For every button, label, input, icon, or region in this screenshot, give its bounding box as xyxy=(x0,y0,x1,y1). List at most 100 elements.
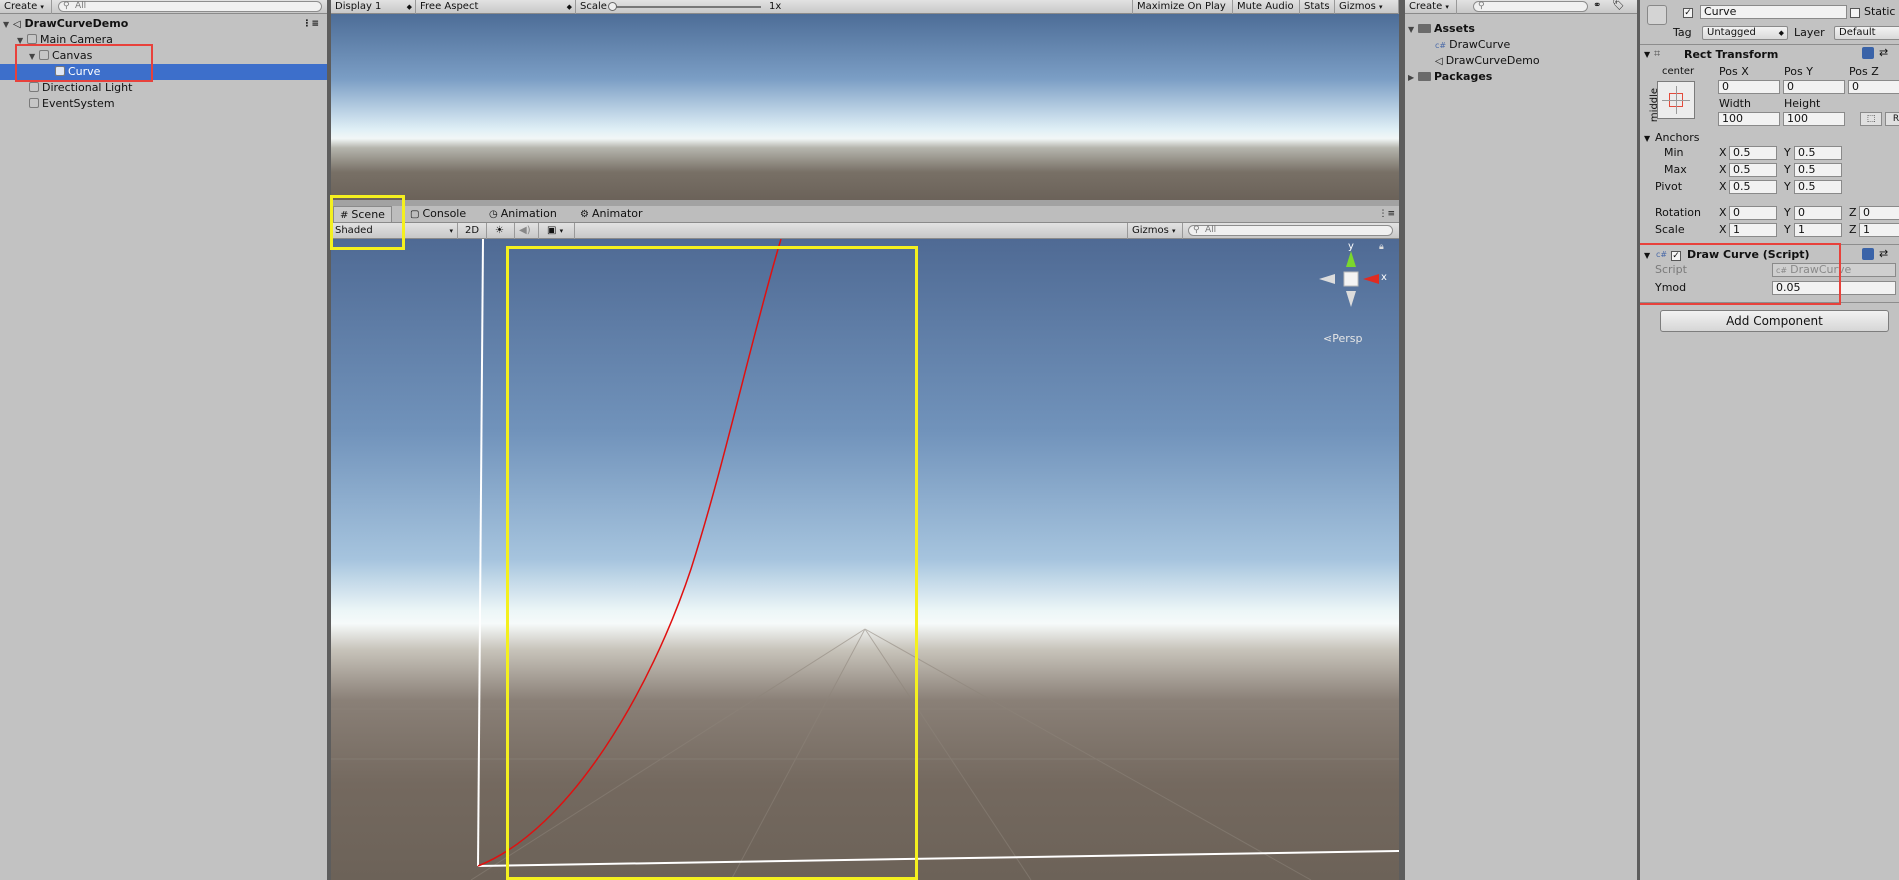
scale-y-field[interactable]: 1 xyxy=(1794,223,1842,237)
filter-type-icon[interactable]: ⚭ xyxy=(1593,0,1601,11)
display-dropdown[interactable]: Display 1 ◆ xyxy=(331,0,416,14)
gameobject-icon xyxy=(29,82,39,92)
add-component-button[interactable]: Add Component xyxy=(1660,310,1889,332)
folder-icon xyxy=(1418,72,1431,81)
scale-control[interactable]: Scale 1x xyxy=(576,0,1176,14)
gizmos-label: Gizmos xyxy=(1339,1,1376,12)
settings-icon[interactable]: ⇄ xyxy=(1879,46,1888,59)
scale-slider-track[interactable] xyxy=(611,6,761,8)
annotation-red-box-script xyxy=(1640,243,1841,305)
menu-icon[interactable]: ⋮≡ xyxy=(1378,209,1395,219)
active-checkbox[interactable]: ✓ xyxy=(1683,8,1693,18)
anchor-min-x-field[interactable]: 0.5 xyxy=(1729,146,1777,160)
pos-x-field[interactable]: 0 xyxy=(1718,80,1780,94)
z-label: Z xyxy=(1849,223,1857,236)
search-icon: ⚲ xyxy=(1193,225,1200,235)
anchor-min-y-field[interactable]: 0.5 xyxy=(1794,146,1842,160)
dropdown-arrow-icon: ▾ xyxy=(1445,3,1449,11)
2d-toggle[interactable]: 2D xyxy=(461,223,487,239)
effects-toggle[interactable]: ▣ ▾ xyxy=(543,223,575,239)
scene-gizmos-button[interactable]: Gizmos ▾ xyxy=(1127,223,1183,239)
expand-arrow-icon[interactable]: ▼ xyxy=(1644,50,1650,59)
blueprint-mode-button[interactable]: ⬚ xyxy=(1860,112,1882,126)
settings-icon[interactable]: ⇄ xyxy=(1879,247,1888,260)
object-name-field[interactable]: Curve xyxy=(1700,5,1847,19)
expand-arrow-icon[interactable]: ▼ xyxy=(1408,22,1418,38)
max-label: Max xyxy=(1664,163,1687,176)
aspect-dropdown[interactable]: Free Aspect ◆ xyxy=(416,0,576,14)
persp-label[interactable]: ⋖Persp xyxy=(1323,332,1362,345)
anchor-max-x-field[interactable]: 0.5 xyxy=(1729,163,1777,177)
dropdown-arrow-icon: ▾ xyxy=(1172,227,1176,235)
layer-dropdown[interactable]: Default xyxy=(1834,26,1899,40)
persp-icon: ⋖ xyxy=(1323,332,1333,345)
game-gizmos-button[interactable]: Gizmos ▾ xyxy=(1335,0,1399,14)
scene-root[interactable]: ▼ ◁ DrawCurveDemo ⋮≡ xyxy=(3,16,323,32)
project-assets-folder[interactable]: ▼ Assets xyxy=(1408,21,1475,37)
pivot-y-field[interactable]: 0.5 xyxy=(1794,180,1842,194)
scale-x-field[interactable]: 1 xyxy=(1729,223,1777,237)
lock-icon[interactable]: 🔒︎ xyxy=(1379,242,1384,252)
expand-arrow-icon[interactable]: ▼ xyxy=(1644,134,1650,143)
hierarchy-item-eventsystem[interactable]: EventSystem xyxy=(29,96,115,112)
scene-name: DrawCurveDemo xyxy=(24,17,129,30)
audio-toggle[interactable]: ◀) xyxy=(515,223,539,239)
game-view: Display 1 ◆ Free Aspect ◆ Scale 1x Maximiz… xyxy=(331,0,1399,200)
tab-console[interactable]: ▢ Console xyxy=(404,206,472,222)
tab-animation[interactable]: ◷ Animation xyxy=(483,206,563,222)
rotation-y-field[interactable]: 0 xyxy=(1794,206,1842,220)
hierarchy-search-input[interactable]: ⚲ All xyxy=(58,1,322,12)
scale-slider-thumb[interactable] xyxy=(608,2,617,11)
anchor-max-y-field[interactable]: 0.5 xyxy=(1794,163,1842,177)
width-label: Width xyxy=(1719,97,1751,110)
project-item-drawcurve[interactable]: c# DrawCurve xyxy=(1435,37,1510,53)
help-icon[interactable] xyxy=(1862,47,1874,59)
height-field[interactable]: 100 xyxy=(1783,112,1845,126)
lighting-toggle[interactable]: ☀ xyxy=(491,223,515,239)
scene-gizmo[interactable]: y x 🔒︎ xyxy=(1311,241,1391,327)
raw-edit-button[interactable]: R xyxy=(1885,112,1899,126)
packages-label: Packages xyxy=(1434,70,1493,83)
anchor-h-label: center xyxy=(1662,66,1695,77)
pivot-x-field[interactable]: 0.5 xyxy=(1729,180,1777,194)
tag-dropdown[interactable]: Untagged ◆ xyxy=(1702,26,1788,40)
project-search-input[interactable]: ⚲ xyxy=(1473,1,1588,12)
tag-label: Tag xyxy=(1673,26,1692,39)
rotation-x-field[interactable]: 0 xyxy=(1729,206,1777,220)
animation-icon: ◷ xyxy=(489,209,498,220)
filter-label-icon[interactable]: 🏷︎ xyxy=(1612,0,1625,11)
menu-icon[interactable]: ⋮≡ xyxy=(302,16,319,32)
y-label: Y xyxy=(1784,180,1791,193)
hierarchy-create-button[interactable]: Create ▾ xyxy=(0,0,52,14)
dropdown-arrow-icon: ◆ xyxy=(1778,29,1784,37)
help-icon[interactable] xyxy=(1862,248,1874,260)
static-checkbox[interactable] xyxy=(1850,8,1860,18)
x-label: X xyxy=(1719,223,1727,236)
tab-animator[interactable]: ⚙ Animator xyxy=(574,206,649,222)
scene-search-input[interactable]: ⚲ All xyxy=(1188,225,1393,236)
pos-y-field[interactable]: 0 xyxy=(1783,80,1845,94)
width-field[interactable]: 100 xyxy=(1718,112,1780,126)
maximize-on-play-button[interactable]: Maximize On Play xyxy=(1132,0,1233,14)
project-item-drawcurvedemo[interactable]: ◁ DrawCurveDemo xyxy=(1435,53,1540,69)
dropdown-arrow-icon: ▾ xyxy=(559,227,564,235)
mute-audio-button[interactable]: Mute Audio xyxy=(1233,0,1300,14)
game-render[interactable] xyxy=(331,14,1399,200)
stats-button[interactable]: Stats xyxy=(1300,0,1335,14)
expand-arrow-icon[interactable]: ▶ xyxy=(1408,70,1418,86)
hierarchy-item-directional-light[interactable]: Directional Light xyxy=(29,80,132,96)
project-create-button[interactable]: Create ▾ xyxy=(1405,0,1457,14)
image-icon: ▣ xyxy=(547,225,557,236)
pos-z-field[interactable]: 0 xyxy=(1848,80,1899,94)
game-toolbar: Display 1 ◆ Free Aspect ◆ Scale 1x Maximiz… xyxy=(331,0,1399,14)
scale-z-field[interactable]: 1 xyxy=(1859,223,1899,237)
asset-label: DrawCurveDemo xyxy=(1445,54,1540,67)
search-icon: ⚲ xyxy=(1478,1,1485,11)
height-label: Height xyxy=(1784,97,1821,110)
project-packages-folder[interactable]: ▶ Packages xyxy=(1408,69,1492,85)
rotation-z-field[interactable]: 0 xyxy=(1859,206,1899,220)
anchor-presets-button[interactable] xyxy=(1657,81,1695,119)
gameobject-icon xyxy=(1647,5,1667,25)
expand-arrow-icon[interactable]: ▼ xyxy=(3,17,13,33)
y-label: Y xyxy=(1784,163,1791,176)
